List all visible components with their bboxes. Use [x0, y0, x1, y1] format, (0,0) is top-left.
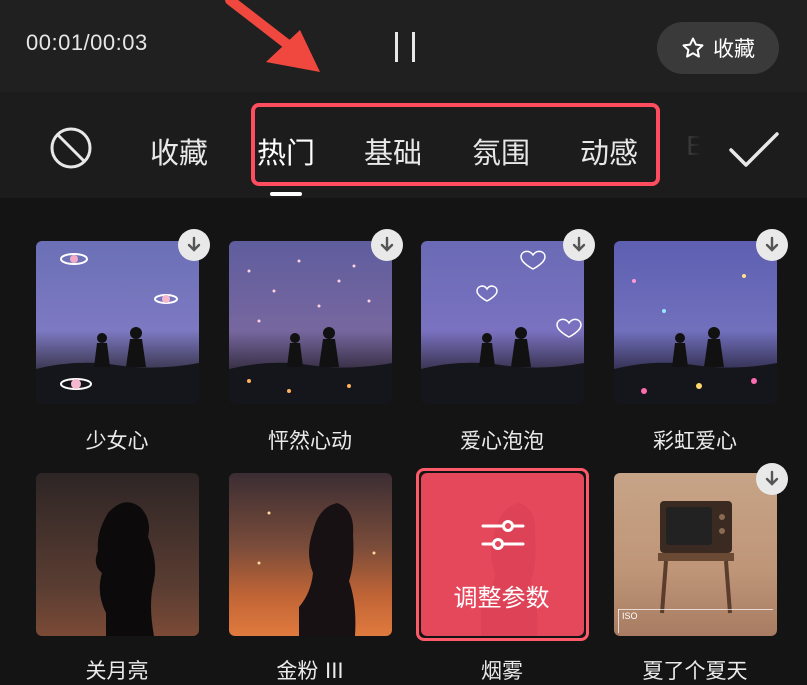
effect-name: 彩虹爱心 [653, 429, 737, 453]
tab-favorites[interactable]: 收藏 [150, 130, 208, 172]
download-icon[interactable] [178, 229, 210, 261]
effect-name: 关月亮 [85, 659, 149, 683]
profile-silhouette [95, 502, 156, 636]
effect-name: 夏了个夏天 [642, 659, 748, 683]
download-icon[interactable] [756, 463, 788, 495]
annotation-highlight-box [251, 103, 660, 186]
effect-name: 金粉 III [276, 659, 344, 683]
couple-silhouette [614, 274, 777, 404]
tv-iso-tag: ISO [622, 611, 638, 621]
couple-silhouette [421, 250, 584, 404]
effect-name: 怦然心动 [268, 429, 352, 453]
effect-thumb-gold-dust[interactable] [229, 473, 392, 636]
couple-silhouette [36, 253, 199, 404]
download-icon[interactable] [756, 229, 788, 261]
selected-effect-border [416, 468, 589, 641]
effect-thumb-heartbeat[interactable] [229, 241, 392, 404]
effect-name: 爱心泡泡 [460, 429, 544, 453]
download-icon[interactable] [371, 229, 403, 261]
effect-thumb-girl-heart[interactable] [36, 241, 199, 404]
couple-silhouette [229, 259, 392, 404]
confirm-check-icon[interactable] [728, 130, 780, 170]
tab-fade [676, 110, 712, 180]
woman-silhouette [257, 503, 376, 636]
effect-thumb-moon[interactable] [36, 473, 199, 636]
effect-name: 烟雾 [481, 659, 523, 683]
active-tab-indicator [270, 192, 302, 196]
effect-name: 少女心 [85, 429, 149, 453]
effect-thumb-summer[interactable]: ISO [614, 473, 777, 636]
none-icon[interactable] [48, 125, 94, 171]
effect-thumb-rainbow-heart[interactable] [614, 241, 777, 404]
effect-thumb-heart-bubbles[interactable] [421, 241, 584, 404]
tv-illustration [618, 501, 773, 633]
download-icon[interactable] [563, 229, 595, 261]
